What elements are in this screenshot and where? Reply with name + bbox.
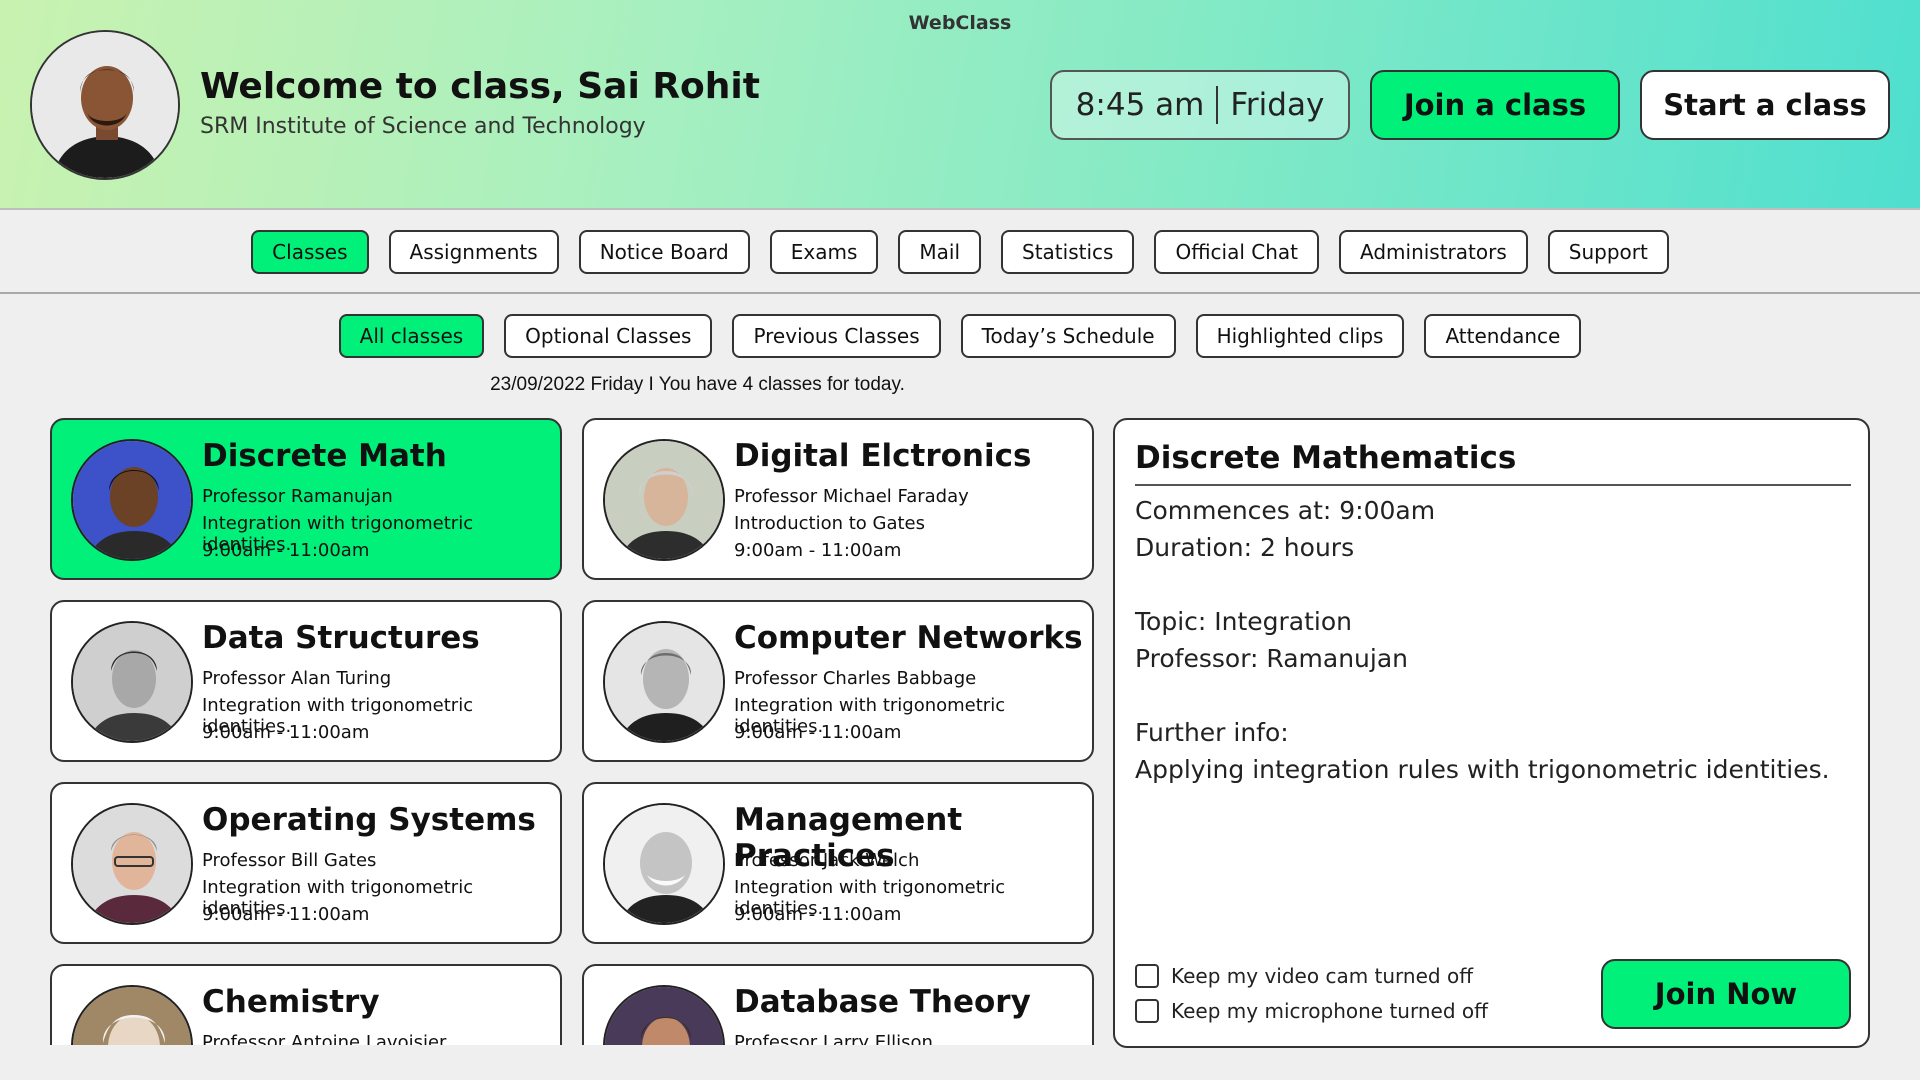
class-professor: Professor Alan Turing: [202, 668, 392, 689]
class-professor: Professor Ramanujan: [202, 486, 393, 507]
class-time: 9:00am - 11:00am: [734, 540, 902, 561]
tab-statistics[interactable]: Statistics: [1001, 230, 1135, 274]
tab-notice-board[interactable]: Notice Board: [578, 230, 750, 274]
class-time: 9:00am - 11:00am: [202, 540, 370, 561]
subtab-attendance[interactable]: Attendance: [1424, 314, 1582, 358]
detail-topic: Topic: Integration: [1135, 607, 1353, 636]
class-card-data-structures[interactable]: Data Structures Professor Alan Turing In…: [50, 600, 562, 762]
class-card-operating-systems[interactable]: Operating Systems Professor Bill Gates I…: [50, 782, 562, 944]
professor-photo: [603, 439, 725, 561]
cam-off-option[interactable]: Keep my video cam turned off: [1135, 964, 1473, 988]
join-a-class-button[interactable]: Join a class: [1370, 70, 1620, 140]
institute-name: SRM Institute of Science and Technology: [200, 114, 646, 139]
class-time: 9:00am - 11:00am: [734, 904, 902, 925]
subtab-all-classes[interactable]: All classes: [338, 314, 485, 358]
join-now-button[interactable]: Join Now: [1601, 959, 1851, 1029]
subtab-optional-classes[interactable]: Optional Classes: [504, 314, 713, 358]
subtab-todays-schedule[interactable]: Today’s Schedule: [960, 314, 1176, 358]
detail-divider: [1135, 484, 1851, 486]
class-card-management-practices[interactable]: Management Practices Professor Jack Welc…: [582, 782, 1094, 944]
clock-day: Friday: [1230, 87, 1325, 123]
user-avatar[interactable]: [30, 30, 180, 180]
class-detail-panel: Discrete Mathematics Commences at: 9:00a…: [1113, 418, 1870, 1048]
class-professor: Professor Charles Babbage: [734, 668, 977, 689]
detail-title: Discrete Mathematics: [1135, 440, 1517, 476]
detail-duration: Duration: 2 hours: [1135, 533, 1355, 562]
class-time: 9:00am - 11:00am: [202, 904, 370, 925]
professor-photo: [71, 985, 193, 1045]
professor-photo: [603, 621, 725, 743]
nav-divider: [0, 292, 1920, 294]
start-a-class-button[interactable]: Start a class: [1640, 70, 1890, 140]
class-list: Discrete Math Professor Ramanujan Integr…: [50, 418, 1095, 1045]
class-card-digital-electronics[interactable]: Digital Elctronics Professor Michael Far…: [582, 418, 1094, 580]
professor-photo: [603, 985, 725, 1045]
professor-photo: [71, 439, 193, 561]
class-time: 9:00am - 11:00am: [734, 722, 902, 743]
class-professor: Professor Michael Faraday: [734, 486, 969, 507]
tab-assignments[interactable]: Assignments: [388, 230, 559, 274]
main-nav: Classes Assignments Notice Board Exams M…: [0, 230, 1920, 274]
mic-off-option[interactable]: Keep my microphone turned off: [1135, 999, 1488, 1023]
class-professor: Professor Larry Ellison: [734, 1032, 933, 1045]
class-professor: Professor Jack Welch: [734, 850, 920, 871]
class-time: 9:00am - 11:00am: [202, 722, 370, 743]
mic-off-checkbox[interactable]: [1135, 999, 1159, 1023]
detail-commences: Commences at: 9:00am: [1135, 496, 1436, 525]
class-name: Operating Systems: [202, 802, 536, 838]
header-banner: WebClass Welcome to class, Sai Rohit SRM…: [0, 0, 1920, 210]
tab-classes[interactable]: Classes: [251, 230, 369, 274]
tab-administrators[interactable]: Administrators: [1339, 230, 1528, 274]
class-card-chemistry[interactable]: Chemistry Professor Antoine Lavoisier: [50, 964, 562, 1045]
subtab-previous-classes[interactable]: Previous Classes: [732, 314, 941, 358]
professor-photo: [71, 803, 193, 925]
class-name: Chemistry: [202, 984, 380, 1020]
detail-further-text: Applying integration rules with trigonom…: [1135, 755, 1830, 784]
class-card-discrete-math[interactable]: Discrete Math Professor Ramanujan Integr…: [50, 418, 562, 580]
welcome-heading: Welcome to class, Sai Rohit: [200, 66, 760, 107]
mic-off-label: Keep my microphone turned off: [1171, 999, 1488, 1023]
class-card-database-theory[interactable]: Database Theory Professor Larry Ellison: [582, 964, 1094, 1045]
app-title: WebClass: [908, 12, 1012, 34]
class-professor: Professor Bill Gates: [202, 850, 377, 871]
class-name: Data Structures: [202, 620, 480, 656]
tab-official-chat[interactable]: Official Chat: [1154, 230, 1319, 274]
date-summary: 23/09/2022 Friday I You have 4 classes f…: [490, 374, 905, 395]
cam-off-label: Keep my video cam turned off: [1171, 964, 1473, 988]
professor-photo: [71, 621, 193, 743]
class-name: Computer Networks: [734, 620, 1083, 656]
clock-display: 8:45 am Friday: [1050, 70, 1350, 140]
professor-photo: [603, 803, 725, 925]
detail-professor: Professor: Ramanujan: [1135, 644, 1409, 673]
class-card-computer-networks[interactable]: Computer Networks Professor Charles Babb…: [582, 600, 1094, 762]
tab-support[interactable]: Support: [1547, 230, 1669, 274]
tab-mail[interactable]: Mail: [898, 230, 982, 274]
class-name: Database Theory: [734, 984, 1031, 1020]
cam-off-checkbox[interactable]: [1135, 964, 1159, 988]
detail-further-label: Further info:: [1135, 718, 1289, 747]
subtab-highlighted-clips[interactable]: Highlighted clips: [1195, 314, 1405, 358]
class-name: Discrete Math: [202, 438, 447, 474]
class-topic: Introduction to Gates: [734, 513, 926, 534]
class-professor: Professor Antoine Lavoisier: [202, 1032, 447, 1045]
sub-nav: All classes Optional Classes Previous Cl…: [0, 314, 1920, 358]
clock-divider: [1216, 86, 1219, 124]
clock-time: 8:45 am: [1075, 87, 1205, 123]
tab-exams[interactable]: Exams: [769, 230, 879, 274]
class-name: Digital Elctronics: [734, 438, 1032, 474]
